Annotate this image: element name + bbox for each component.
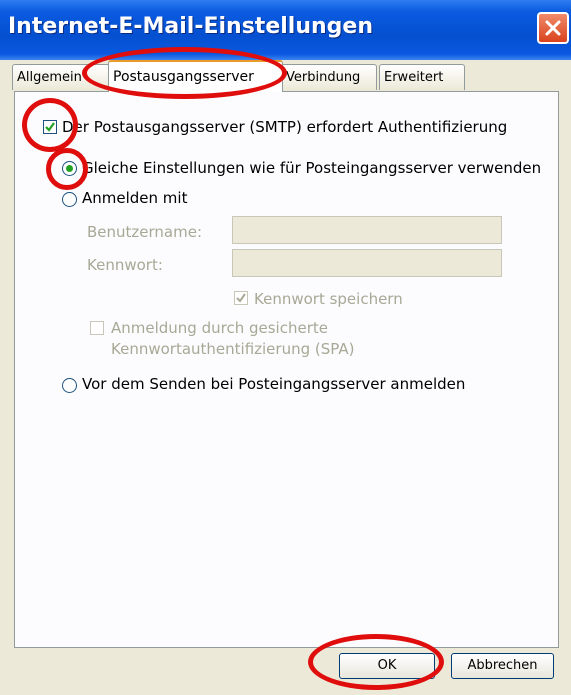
password-field[interactable] <box>232 249 502 277</box>
title-bar: Internet-E-Mail-Einstellungen <box>0 0 571 60</box>
before-send-radio[interactable] <box>62 378 77 393</box>
radio-dot <box>66 165 73 172</box>
before-send-label: Vor dem Senden bei Posteingangsserver an… <box>82 375 466 393</box>
ok-button[interactable]: OK <box>339 653 435 679</box>
same-settings-label: Gleiche Einstellungen wie für Posteingan… <box>82 159 542 177</box>
username-field[interactable] <box>232 216 502 244</box>
login-with-label: Anmelden mit <box>82 189 188 207</box>
login-with-radio[interactable] <box>62 192 77 207</box>
window-title: Internet-E-Mail-Einstellungen <box>8 14 373 39</box>
password-label: Kennwort: <box>87 256 163 274</box>
same-settings-radio[interactable] <box>62 161 77 176</box>
username-label: Benutzername: <box>87 223 203 241</box>
save-password-label: Kennwort speichern <box>254 290 403 308</box>
spa-label-line1: Anmeldung durch gesicherte <box>111 319 328 337</box>
save-password-checkbox[interactable] <box>234 291 248 305</box>
close-button[interactable] <box>537 12 569 44</box>
cancel-button[interactable]: Abbrechen <box>451 653 554 679</box>
tab-postausgangsserver[interactable]: Postausgangsserver <box>108 60 283 92</box>
checkmark-icon <box>45 122 55 132</box>
smtp-auth-label: Der Postausgangsserver (SMTP) erfordert … <box>62 118 508 136</box>
spa-label-line2: Kennwortauthentifizierung (SPA) <box>111 340 355 358</box>
spa-checkbox[interactable] <box>90 321 104 335</box>
tab-verbindung[interactable]: Verbindung <box>281 64 377 90</box>
checkmark-icon <box>236 293 246 303</box>
close-icon <box>545 20 561 36</box>
smtp-auth-checkbox[interactable] <box>43 120 57 134</box>
tab-erweitert[interactable]: Erweitert <box>379 64 465 90</box>
tab-allgemein[interactable]: Allgemein <box>12 64 110 90</box>
